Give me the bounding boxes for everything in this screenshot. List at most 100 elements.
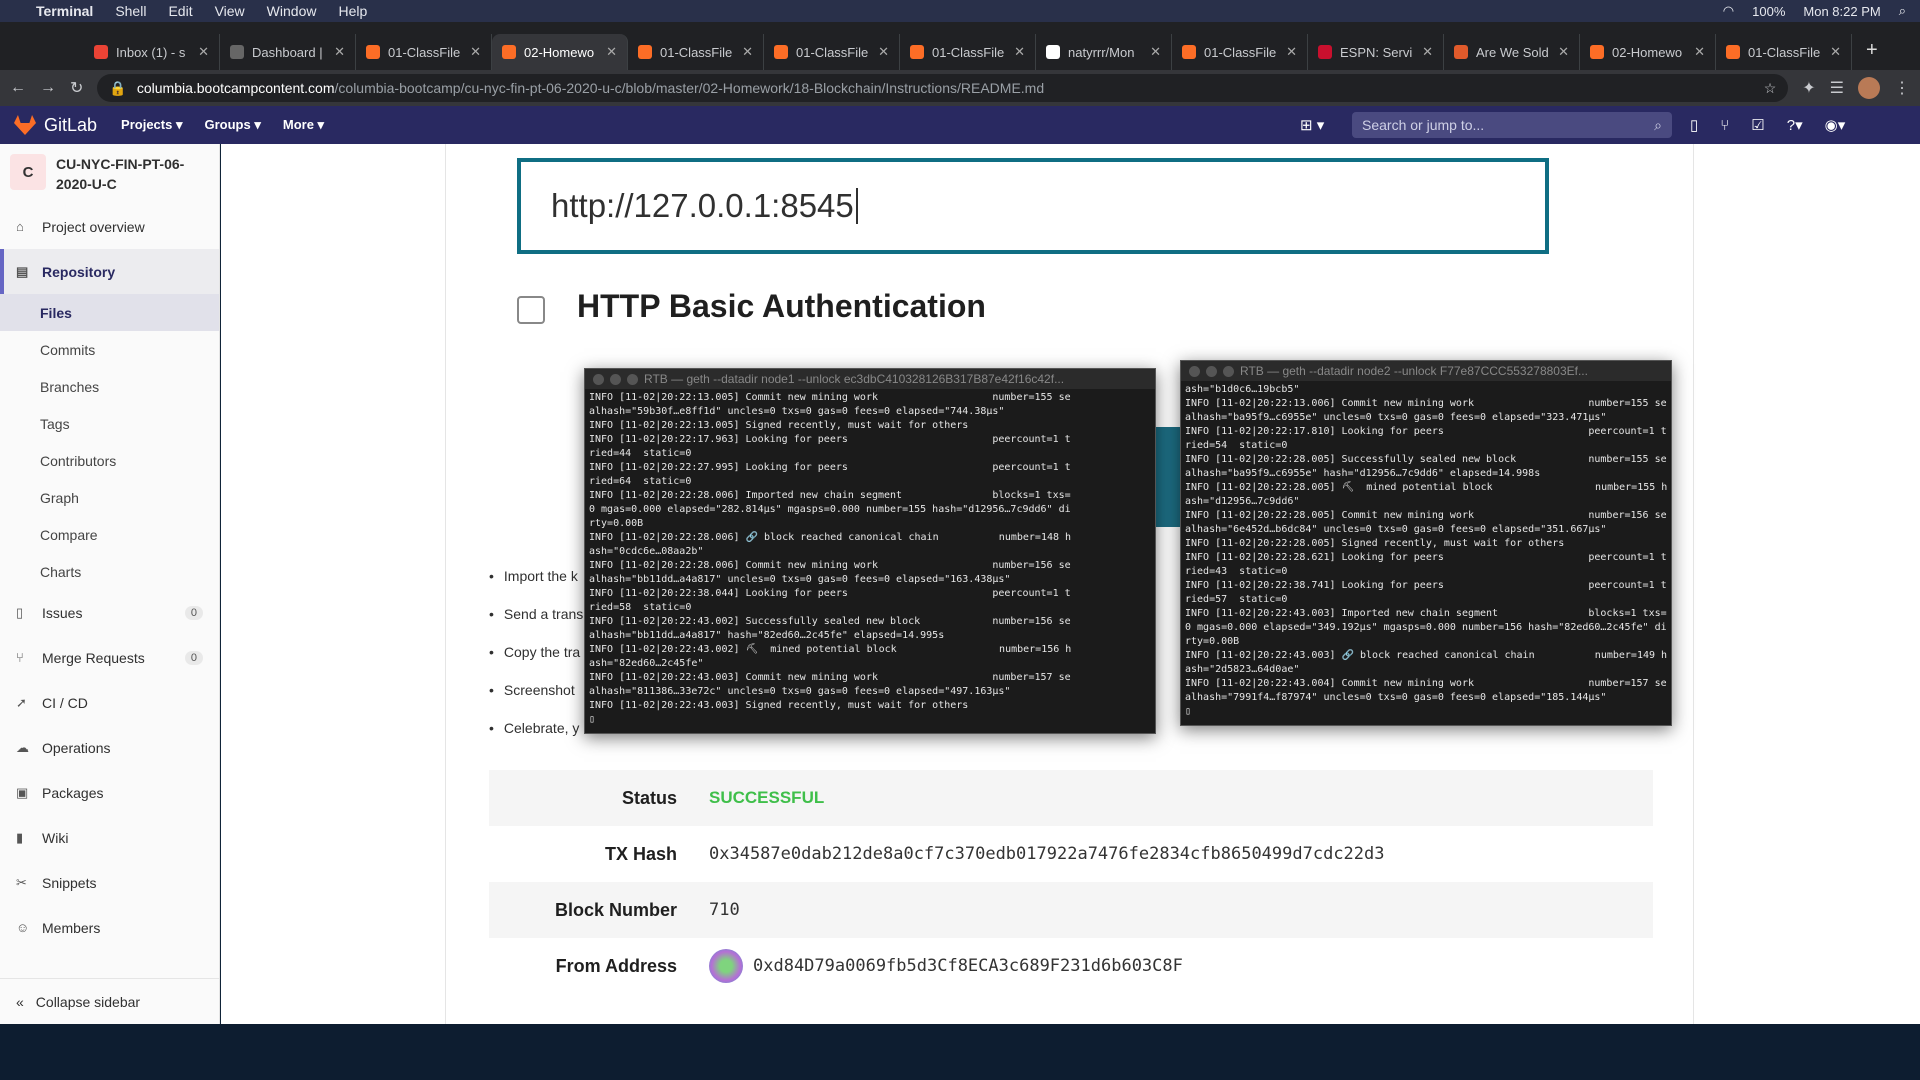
tab-close-icon[interactable]: ✕ — [1694, 44, 1705, 60]
sidebar-item-snippets[interactable]: ✂ Snippets — [0, 860, 219, 905]
terminal-line: INFO [11-02|20:22:17.810] Looking for pe… — [1185, 426, 1667, 437]
sidebar-item-packages[interactable]: ▣ Packages — [0, 770, 219, 815]
sidebar-sub-branches[interactable]: Branches — [0, 368, 219, 405]
tab-favicon-icon — [910, 45, 924, 59]
browser-tab[interactable]: 01-ClassFile ✕ — [356, 34, 492, 70]
profile-avatar[interactable] — [1858, 77, 1880, 99]
merge-requests-icon[interactable]: ⑂ — [1720, 117, 1729, 134]
battery-percent[interactable]: 100% — [1752, 4, 1785, 19]
address-bar[interactable]: 🔒 columbia.bootcampcontent.com/columbia-… — [97, 74, 1789, 102]
menubar-clock[interactable]: Mon 8:22 PM — [1803, 4, 1880, 19]
nav-more[interactable]: More ▾ — [283, 117, 324, 133]
browser-menu-icon[interactable]: ⋮ — [1894, 78, 1910, 98]
browser-tab[interactable]: 02-Homewo ✕ — [492, 34, 628, 70]
browser-tab[interactable]: 01-ClassFile ✕ — [1716, 34, 1852, 70]
wifi-icon[interactable]: ◠ — [1723, 3, 1734, 19]
auth-checkbox[interactable] — [517, 296, 545, 324]
tab-close-icon[interactable]: ✕ — [1422, 44, 1433, 60]
rpc-url-screenshot: http://127.0.0.1:8545 — [517, 158, 1549, 254]
sidebar-item-merge-requests[interactable]: ⑂ Merge Requests 0 — [0, 635, 219, 680]
terminal-line: INFO [11-02|20:22:13.005] Commit new min… — [589, 392, 1071, 403]
tab-favicon-icon — [1726, 45, 1740, 59]
extensions-icon[interactable]: ✦ — [1802, 78, 1815, 98]
gitlab-logo[interactable]: GitLab — [14, 115, 97, 136]
terminal-line: ash="0cdc6e…08aa2b" — [589, 546, 704, 557]
help-icon[interactable]: ?▾ — [1787, 116, 1803, 134]
tab-close-icon[interactable]: ✕ — [470, 44, 481, 60]
scissors-icon: ✂ — [16, 874, 27, 890]
menu-help[interactable]: Help — [338, 3, 367, 19]
sidebar-item-operations[interactable]: ☁ Operations — [0, 725, 219, 770]
tab-favicon-icon — [502, 45, 516, 59]
bookmark-star-icon[interactable]: ☆ — [1764, 80, 1777, 97]
browser-tab[interactable]: 01-ClassFile ✕ — [764, 34, 900, 70]
gitlab-navbar: GitLab Projects ▾ Groups ▾ More ▾ ⊞ ▾ Se… — [0, 106, 1920, 144]
browser-tab[interactable]: 01-ClassFile ✕ — [1172, 34, 1308, 70]
user-avatar-icon[interactable]: ◉▾ — [1825, 116, 1846, 134]
browser-tab[interactable]: 01-ClassFile ✕ — [628, 34, 764, 70]
terminal-line: ried=54 static=0 — [1185, 440, 1288, 451]
tab-close-icon[interactable]: ✕ — [742, 44, 753, 60]
new-item-icon[interactable]: ⊞ ▾ — [1300, 116, 1324, 134]
browser-tab[interactable]: 02-Homewo ✕ — [1580, 34, 1716, 70]
reload-icon[interactable]: ↻ — [70, 78, 83, 98]
sidebar-item-ci-cd[interactable]: ➚ CI / CD — [0, 680, 219, 725]
nav-groups[interactable]: Groups ▾ — [205, 117, 261, 133]
menu-view[interactable]: View — [215, 3, 245, 19]
browser-tab[interactable]: natyrrr/Mon ✕ — [1036, 34, 1172, 70]
sidebar-sub-tags[interactable]: Tags — [0, 405, 219, 442]
tab-close-icon[interactable]: ✕ — [1150, 44, 1161, 60]
todos-icon[interactable]: ☑ — [1751, 116, 1764, 134]
new-tab-button[interactable]: + — [1852, 39, 1892, 70]
nav-projects[interactable]: Projects ▾ — [121, 117, 182, 133]
terminal-node1[interactable]: RTB — geth --datadir node1 --unlock ec3d… — [584, 368, 1156, 734]
terminal-line: 0 mgas=0.000 elapsed="349.192µs" mgasps=… — [1185, 622, 1667, 633]
terminal-line: INFO [11-02|20:22:13.006] Commit new min… — [1185, 398, 1667, 409]
menu-shell[interactable]: Shell — [115, 3, 146, 19]
browser-tab[interactable]: 01-ClassFile ✕ — [900, 34, 1036, 70]
menu-window[interactable]: Window — [267, 3, 317, 19]
collapse-sidebar-button[interactable]: «Collapse sidebar — [0, 978, 220, 1024]
merge-requests-count: 0 — [184, 650, 203, 665]
sidebar-sub-contributors[interactable]: Contributors — [0, 442, 219, 479]
menu-edit[interactable]: Edit — [168, 3, 192, 19]
tab-close-icon[interactable]: ✕ — [1830, 44, 1841, 60]
sidebar-item-issues[interactable]: ▯ Issues 0 — [0, 590, 219, 635]
tab-close-icon[interactable]: ✕ — [1286, 44, 1297, 60]
issues-icon[interactable]: ▯ — [1690, 116, 1698, 134]
sidebar-sub-commits[interactable]: Commits — [0, 331, 219, 368]
tab-close-icon[interactable]: ✕ — [198, 44, 209, 60]
terminal-line: alhash="ba95f9…c6955e" uncles=0 txs=0 ga… — [1185, 412, 1607, 423]
tab-close-icon[interactable]: ✕ — [334, 44, 345, 60]
sidebar-item-members[interactable]: ☺ Members — [0, 905, 219, 950]
browser-tab[interactable]: Dashboard | ✕ — [220, 34, 356, 70]
sidebar-item-repository[interactable]: ▤ Repository — [0, 249, 219, 294]
terminal-line: INFO [11-02|20:22:28.005] ⛏ mined potent… — [1185, 482, 1668, 493]
sidebar-sub-files[interactable]: Files — [0, 294, 219, 331]
forward-icon[interactable]: → — [40, 79, 56, 97]
lock-icon: 🔒 — [109, 79, 127, 96]
browser-tab[interactable]: ESPN: Servi ✕ — [1308, 34, 1444, 70]
tab-close-icon[interactable]: ✕ — [1014, 44, 1025, 60]
tab-close-icon[interactable]: ✕ — [1558, 44, 1569, 60]
back-icon[interactable]: ← — [10, 79, 26, 97]
table-row: Status SUCCESSFUL — [489, 770, 1653, 826]
sidebar-sub-charts[interactable]: Charts — [0, 553, 219, 590]
project-header[interactable]: C CU-NYC-FIN-PT-06-2020-U-C — [0, 144, 219, 204]
list-item: Copy the tra — [489, 644, 583, 682]
reading-list-icon[interactable]: ☰ — [1830, 78, 1844, 98]
sidebar-item-project-overview[interactable]: ⌂ Project overview — [0, 204, 219, 249]
sidebar-sub-graph[interactable]: Graph — [0, 479, 219, 516]
sidebar-sub-compare[interactable]: Compare — [0, 516, 219, 553]
tab-close-icon[interactable]: ✕ — [878, 44, 889, 60]
menubar-app-name[interactable]: Terminal — [36, 3, 93, 19]
terminal-line: INFO [11-02|20:22:43.003] 🔗 block reache… — [1185, 650, 1668, 661]
spotlight-icon[interactable]: ⌕ — [1899, 3, 1906, 19]
sidebar-item-wiki[interactable]: ▮ Wiki — [0, 815, 219, 860]
search-input[interactable]: Search or jump to... ⌕ — [1352, 112, 1672, 138]
terminal-node2[interactable]: RTB — geth --datadir node2 --unlock F77e… — [1180, 360, 1672, 726]
terminal-titlebar: RTB — geth --datadir node1 --unlock ec3d… — [585, 369, 1155, 389]
browser-tab[interactable]: Inbox (1) - s ✕ — [84, 34, 220, 70]
browser-tab[interactable]: Are We Sold ✕ — [1444, 34, 1580, 70]
tab-close-icon[interactable]: ✕ — [606, 44, 617, 60]
